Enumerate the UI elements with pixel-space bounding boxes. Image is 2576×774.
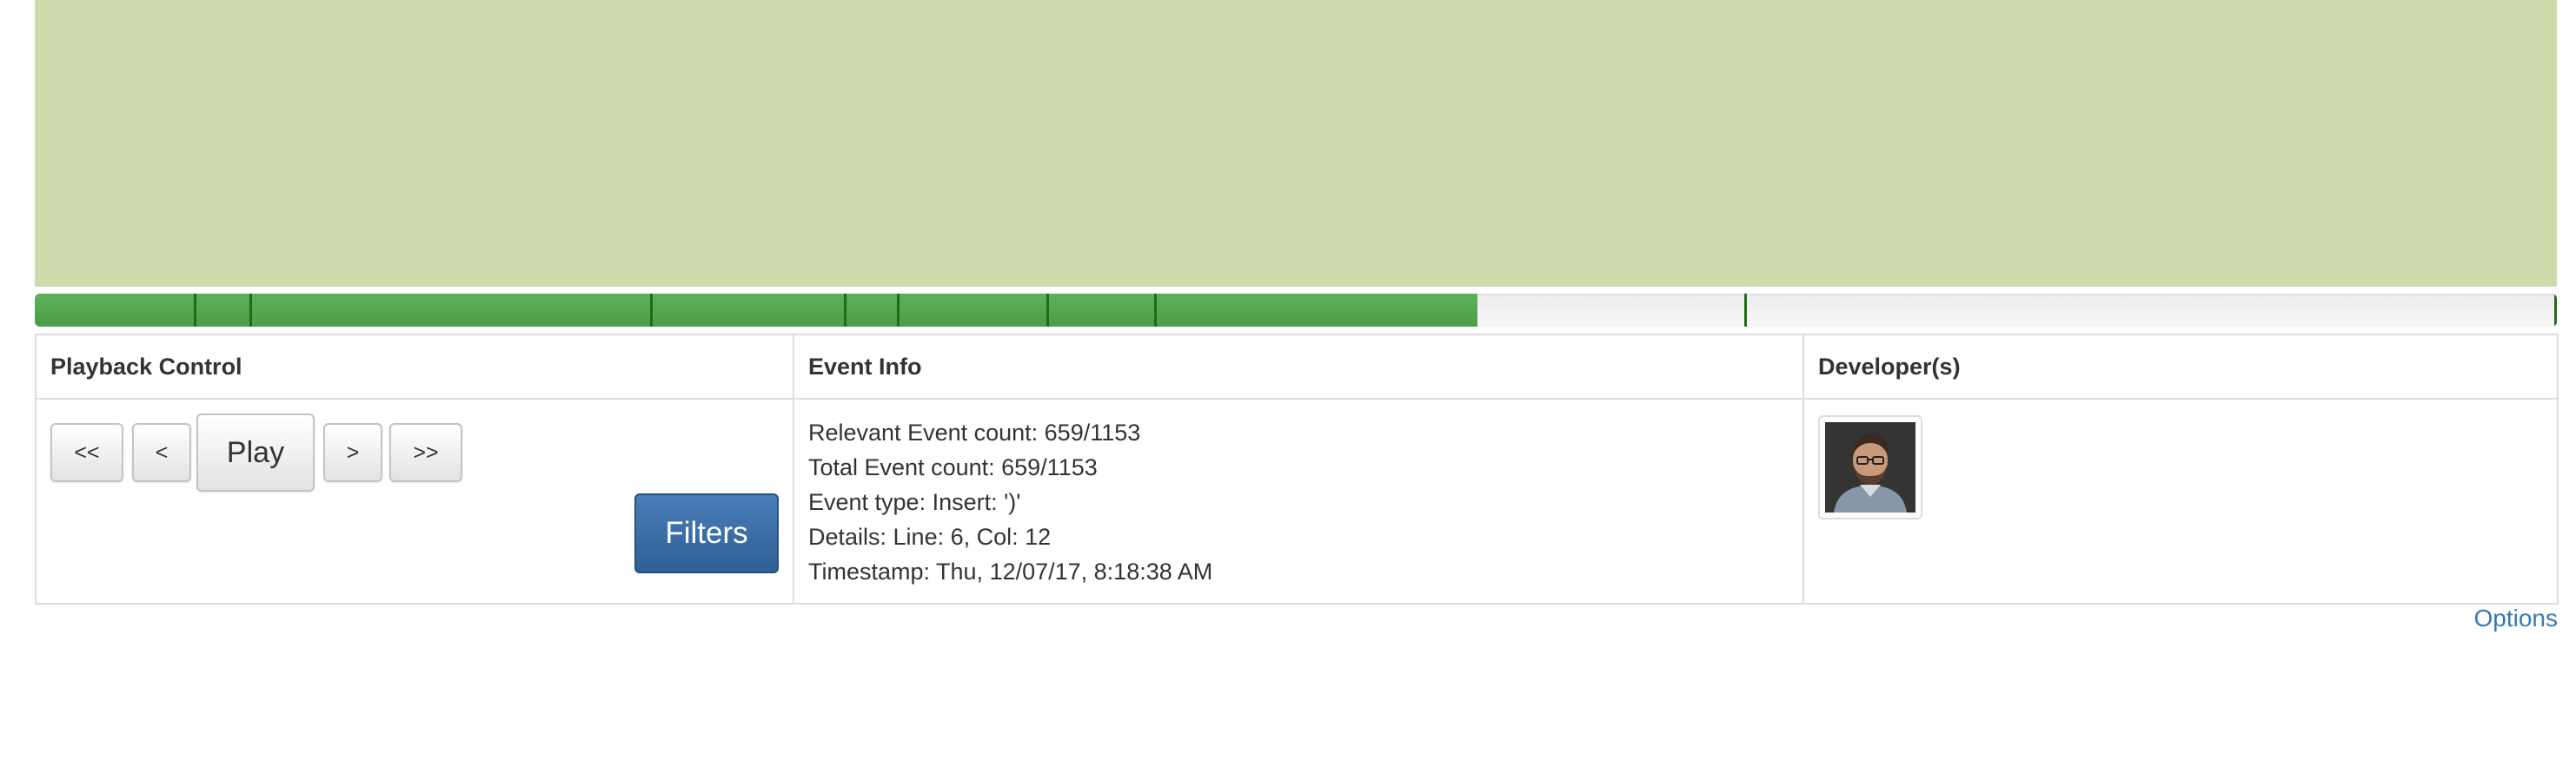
- event-marker: [844, 294, 847, 327]
- play-button[interactable]: Play: [196, 413, 315, 492]
- step-back-button[interactable]: <: [132, 423, 191, 482]
- event-marker: [249, 294, 252, 327]
- event-details: Details: Line: 6, Col: 12: [808, 524, 1052, 550]
- options-link[interactable]: Options: [2474, 605, 2559, 632]
- header-playback-control: Playback Control: [35, 334, 794, 400]
- relevant-event-count: Relevant Event count: 659/1153: [808, 420, 1141, 446]
- header-developers: Developer(s): [1803, 334, 2559, 400]
- event-marker: [2554, 294, 2557, 327]
- event-marker: [1154, 294, 1158, 327]
- developer-avatar[interactable]: [1818, 415, 1922, 519]
- event-info-cell: Relevant Event count: 659/1153 Total Eve…: [793, 398, 1804, 605]
- developer-avatar-icon: [1825, 422, 1915, 513]
- developers-cell: [1803, 398, 2559, 605]
- event-timestamp: Timestamp: Thu, 12/07/17, 8:18:38 AM: [808, 559, 1213, 585]
- event-marker: [1744, 294, 1748, 327]
- event-marker: [1046, 294, 1049, 327]
- playback-control-cell: << < Play > >> Filters: [35, 398, 794, 605]
- total-event-count: Total Event count: 659/1153: [808, 454, 1098, 480]
- step-forward-button[interactable]: >: [323, 423, 382, 482]
- event-marker: [193, 294, 196, 327]
- header-event-info: Event Info: [793, 334, 1804, 400]
- jump-to-end-button[interactable]: >>: [389, 423, 462, 482]
- code-view-area: [35, 0, 2557, 287]
- event-marker: [649, 294, 653, 327]
- jump-to-start-button[interactable]: <<: [50, 423, 123, 482]
- event-marker: [897, 294, 900, 327]
- info-table: Playback Control Event Info Developer(s)…: [35, 334, 2559, 605]
- playback-slider[interactable]: [35, 294, 2557, 327]
- event-type: Event type: Insert: ')': [808, 489, 1021, 515]
- filters-button[interactable]: Filters: [634, 493, 779, 573]
- event-info-list: Relevant Event count: 659/1153 Total Eve…: [808, 415, 1212, 589]
